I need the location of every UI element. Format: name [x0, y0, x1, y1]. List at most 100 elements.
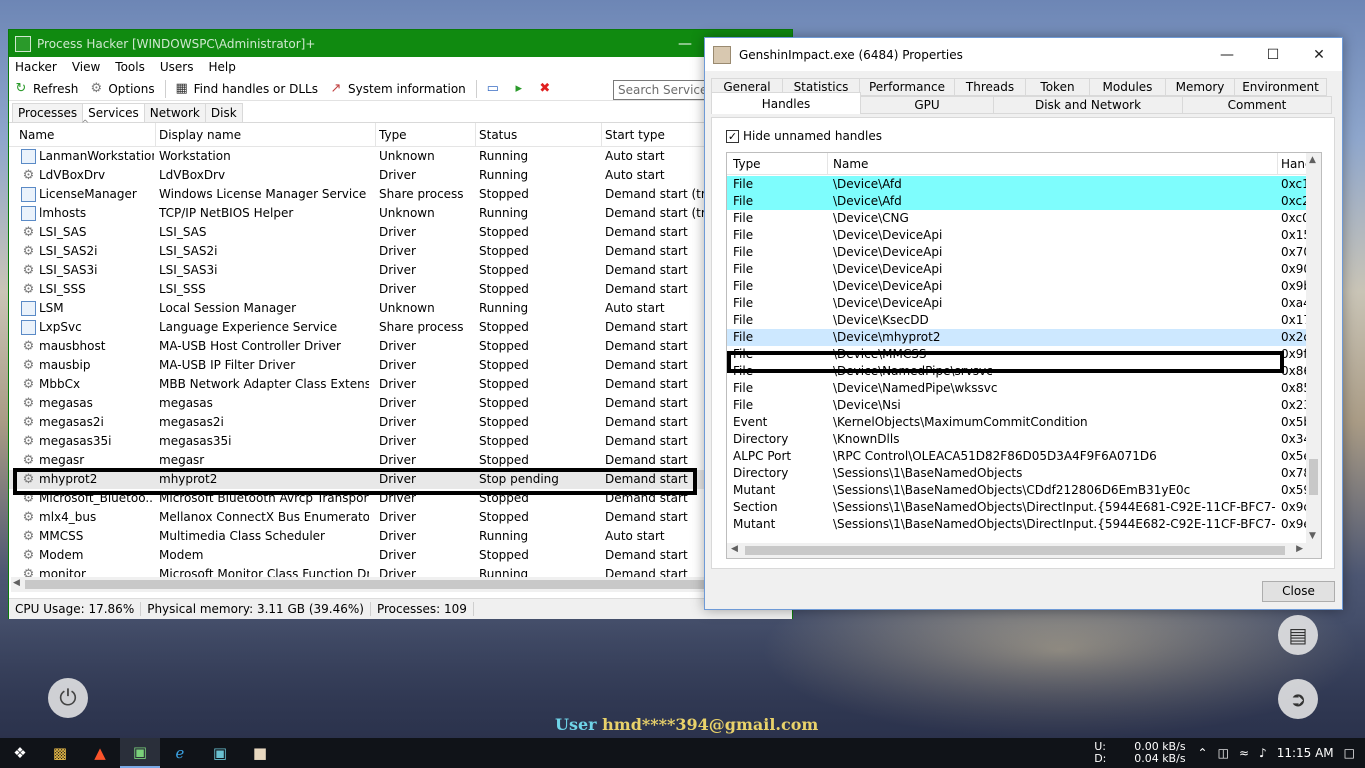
service-row[interactable]: ⚙ LSI_SAS LSI_SAS Driver Stopped Demand start — [9, 223, 792, 242]
tab-services[interactable]: Services — [82, 103, 145, 122]
column-handle[interactable]: Handle — [1281, 157, 1309, 171]
scroll-right-icon[interactable]: ▶ — [1296, 544, 1303, 554]
scroll-down-icon[interactable]: ▼ — [1309, 531, 1316, 541]
options-button[interactable]: ⚙ Options — [88, 81, 155, 97]
wifi-icon[interactable]: ≈ — [1239, 746, 1249, 760]
column-display-name[interactable]: Display name — [159, 128, 369, 142]
brave-browser-icon[interactable]: ▲ — [80, 738, 120, 768]
scrollbar-thumb[interactable] — [1309, 459, 1318, 495]
process-hacker-titlebar[interactable]: Process Hacker [WINDOWSPC\Administrator]… — [9, 30, 792, 57]
service-row[interactable]: ⚙ LSI_SAS2i LSI_SAS2i Driver Stopped Demand s… — [9, 242, 792, 261]
scrollbar-thumb[interactable] — [745, 546, 1285, 555]
battery-icon[interactable]: ◫ — [1218, 746, 1229, 760]
column-type[interactable]: Type — [379, 128, 469, 142]
windows-start-icon[interactable]: ❖ — [0, 738, 40, 768]
minimize-icon[interactable]: — — [1204, 47, 1250, 63]
find-handles-button[interactable]: ▦ Find handles or DLLs — [174, 81, 317, 97]
hide-unnamed-checkbox[interactable]: ✓ Hide unnamed handles — [726, 129, 882, 143]
handle-row[interactable]: File \Device\DeviceApi 0x90 — [727, 261, 1307, 278]
handle-row[interactable]: File \Device\Afd 0xc2 — [727, 193, 1307, 210]
service-row[interactable]: lmhosts TCP/IP NetBIOS Helper Unknown Runni… — [9, 204, 792, 223]
close-icon[interactable]: ✕ — [1296, 47, 1342, 63]
tab-handles[interactable]: Handles — [711, 92, 861, 114]
handle-row[interactable]: File \Device\DeviceApi 0x15 — [727, 227, 1307, 244]
announcements-icon[interactable]: ▤ — [1278, 615, 1318, 655]
window-go-icon[interactable]: ▸ — [511, 81, 527, 97]
maximize-icon[interactable]: ☐ — [1250, 47, 1296, 63]
handle-row[interactable]: File \Device\NamedPipe\wkssvc 0x85 — [727, 380, 1307, 397]
handle-row[interactable]: Mutant \Sessions\1\BaseNamedObjects\CDdf2… — [727, 482, 1307, 499]
file-explorer-icon[interactable]: ▩ — [40, 738, 80, 768]
menu-tools[interactable]: Tools — [115, 60, 145, 74]
handle-row[interactable]: File \Device\DeviceApi 0x70 — [727, 244, 1307, 261]
service-row[interactable]: ⚙ megasas35i megasas35i Driver Stopped Demand… — [9, 432, 792, 451]
power-icon[interactable]: ⏻ — [48, 678, 88, 718]
tab-gpu[interactable]: GPU — [860, 96, 994, 114]
column-status[interactable]: Status — [479, 128, 599, 142]
vertical-scrollbar[interactable]: ▲ ▼ — [1306, 153, 1321, 543]
column-start-type[interactable]: Start type — [605, 128, 705, 142]
handle-row[interactable]: File \Device\DeviceApi 0x9b — [727, 278, 1307, 295]
horizontal-scrollbar[interactable]: ◀ ▶ — [727, 543, 1321, 558]
handle-row[interactable]: File \Device\Afd 0xc1 — [727, 176, 1307, 193]
handle-row[interactable]: Directory \KnownDlls 0x34 — [727, 431, 1307, 448]
handle-row[interactable]: Mutant \Sessions\1\BaseNamedObjects\Direc… — [727, 516, 1307, 533]
scroll-up-icon[interactable]: ▲ — [1309, 155, 1316, 165]
search-services-input[interactable]: Search Services (Ctrl+K) — [613, 80, 713, 100]
system-information-button[interactable]: ↗ System information — [328, 81, 466, 97]
handle-row[interactable]: ALPC Port \RPC Control\OLEACA51D82F86D05D… — [727, 448, 1307, 465]
service-row[interactable]: ⚙ LdVBoxDrv LdVBoxDrv Driver Running Auto sta… — [9, 166, 792, 185]
tab-comment[interactable]: Comment — [1182, 96, 1332, 114]
tab-performance[interactable]: Performance — [859, 78, 955, 96]
notification-icon[interactable]: □ — [1344, 746, 1355, 760]
menu-help[interactable]: Help — [208, 60, 235, 74]
window-icon[interactable]: ▭ — [485, 81, 501, 97]
clock[interactable]: 11:15 AM — [1277, 746, 1334, 760]
service-row[interactable]: ⚙ mlx4_bus Mellanox ConnectX Bus Enumerato… — [9, 508, 792, 527]
tab-token[interactable]: Token — [1025, 78, 1090, 96]
service-row[interactable]: LicenseManager Windows License Manager Se… — [9, 185, 792, 204]
handle-row[interactable]: Directory \Sessions\1\BaseNamedObjects 0x7… — [727, 465, 1307, 482]
service-row[interactable]: LanmanWorkstation Workstation Unknown Runni… — [9, 147, 792, 166]
process-hacker-taskbar-icon[interactable]: ▣ — [120, 738, 160, 768]
tab-threads[interactable]: Threads — [954, 78, 1026, 96]
terminate-icon[interactable]: ✖ — [537, 81, 553, 97]
service-row[interactable]: ⚙ mausbip MA-USB IP Filter Driver Driver Sto… — [9, 356, 792, 375]
edge-icon[interactable]: ℯ — [160, 738, 200, 768]
service-row[interactable]: ⚙ mausbhost MA-USB Host Controller Driver D… — [9, 337, 792, 356]
logout-icon[interactable]: ➲ — [1278, 679, 1318, 719]
tab-network[interactable]: Network — [143, 103, 206, 122]
volume-icon[interactable]: ♪ — [1259, 746, 1267, 760]
tab-environment[interactable]: Environment — [1234, 78, 1327, 96]
genshin-launcher-icon[interactable]: ■ — [240, 738, 280, 768]
service-row[interactable]: LSM Local Session Manager Unknown Running Au… — [9, 299, 792, 318]
handle-row[interactable]: File \Device\mhyprot2 0x2c — [727, 329, 1307, 346]
tab-disk-and-network[interactable]: Disk and Network — [993, 96, 1183, 114]
tab-modules[interactable]: Modules — [1089, 78, 1166, 96]
refresh-button[interactable]: ↻ Refresh — [13, 81, 79, 97]
service-row[interactable]: ⚙ Microsoft_Bluetoo... Microsoft Bluetooth… — [9, 489, 792, 508]
menu-hacker[interactable]: Hacker — [15, 60, 57, 74]
column-name[interactable]: Name — [19, 128, 154, 142]
column-name[interactable]: Name — [833, 157, 1275, 171]
close-button[interactable]: Close — [1262, 581, 1335, 602]
properties-titlebar[interactable]: GenshinImpact.exe (6484) Properties — ☐ … — [705, 38, 1342, 71]
service-row[interactable]: ⚙ mhyprot2 mhyprot2 Driver Stop pending Deman… — [9, 470, 792, 489]
handle-row[interactable]: File \Device\CNG 0xc0 — [727, 210, 1307, 227]
app-window-icon[interactable]: ▣ — [200, 738, 240, 768]
tab-processes[interactable]: Processes — [12, 103, 84, 122]
minimize-icon[interactable]: — — [678, 36, 692, 52]
handle-row[interactable]: Event \KernelObjects\MaximumCommitConditi… — [727, 414, 1307, 431]
service-row[interactable]: ⚙ MbbCx MBB Network Adapter Class Extensio… — [9, 375, 792, 394]
handle-row[interactable]: File \Device\Nsi 0x23 — [727, 397, 1307, 414]
chevron-up-icon[interactable]: ⌃ — [1198, 746, 1208, 760]
service-row[interactable]: ⚙ LSI_SAS3i LSI_SAS3i Driver Stopped Demand s… — [9, 261, 792, 280]
tab-memory[interactable]: Memory — [1165, 78, 1235, 96]
service-row[interactable]: ⚙ MMCSS Multimedia Class Scheduler Driver Ru… — [9, 527, 792, 546]
scroll-left-icon[interactable]: ◀ — [731, 544, 738, 554]
scrollbar-thumb[interactable] — [25, 580, 705, 589]
checkbox-checked-icon[interactable]: ✓ — [726, 129, 739, 143]
service-row[interactable]: ⚙ megasas megasas Driver Stopped Demand start — [9, 394, 792, 413]
service-row[interactable]: ⚙ Modem Modem Driver Stopped Demand start — [9, 546, 792, 565]
menu-view[interactable]: View — [72, 60, 100, 74]
